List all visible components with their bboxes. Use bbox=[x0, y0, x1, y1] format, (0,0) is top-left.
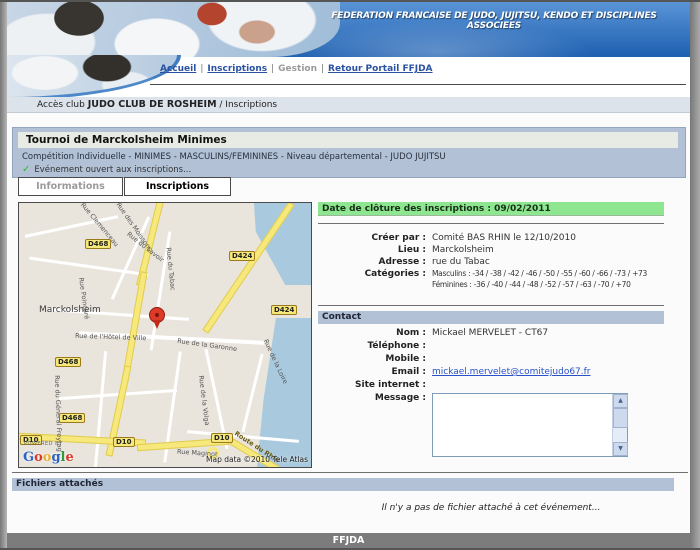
event-open-text: Evénement ouvert aux inscriptions... bbox=[34, 165, 191, 175]
street-label: Rue de la Volga bbox=[197, 375, 211, 426]
breadcrumb-club: JUDO CLUB DE ROSHEIM bbox=[88, 99, 217, 110]
scrollbar[interactable]: ▲ ▼ bbox=[612, 394, 627, 456]
contact-row: Message : ▲ ▼ bbox=[318, 393, 664, 457]
nav-separator: | bbox=[267, 64, 278, 74]
window-frame bbox=[690, 0, 700, 550]
event-title: Tournoi de Marckolsheim Minimes bbox=[26, 134, 227, 146]
contact-label: Message : bbox=[318, 393, 426, 457]
attachments-header: Fichiers attachés bbox=[12, 478, 674, 491]
detail-value: Comité BAS RHIN le 12/10/2010 bbox=[432, 233, 576, 243]
contact-label: Email : bbox=[318, 367, 426, 377]
detail-row: Lieu : Marckolsheim bbox=[318, 245, 664, 255]
google-letter: g bbox=[51, 450, 60, 465]
contact-label: Téléphone : bbox=[318, 341, 426, 351]
nav-underline bbox=[150, 84, 686, 85]
breadcrumb-prefix: Accès club bbox=[37, 100, 88, 110]
divider bbox=[12, 472, 688, 473]
contact-section: Nom : Mickael MERVELET - CT67 Téléphone :… bbox=[318, 328, 664, 460]
federation-title: FEDERATION FRANCAISE DE JUDO, JUJITSU, K… bbox=[308, 11, 680, 31]
contact-label: Nom : bbox=[318, 328, 426, 338]
window-frame bbox=[0, 0, 700, 2]
footer-bar: FFJDA bbox=[7, 533, 690, 548]
scrollbar-thumb[interactable] bbox=[613, 408, 628, 428]
road-badge: D424 bbox=[271, 305, 297, 315]
town-label: Marckolsheim bbox=[39, 305, 101, 315]
google-logo[interactable]: Google bbox=[23, 450, 74, 465]
judo-photo bbox=[7, 2, 340, 57]
detail-label: Lieu : bbox=[318, 245, 426, 255]
powered-by-label: POWERED BY bbox=[24, 441, 62, 447]
google-letter: e bbox=[66, 450, 74, 465]
breadcrumb-section: / Inscriptions bbox=[217, 100, 278, 110]
street-label: Rue du Tabac bbox=[164, 247, 176, 291]
attachments-empty-message: Il n'y a pas de fichier attaché à cet év… bbox=[318, 503, 664, 513]
message-textarea[interactable]: ▲ ▼ bbox=[432, 393, 628, 457]
contact-header: Contact bbox=[318, 311, 664, 324]
window-frame bbox=[0, 0, 7, 550]
categories-masculins: Masculins : -34 / -38 / -42 / -46 / -50 … bbox=[432, 269, 647, 280]
closing-date-bar: Date de clôture des inscriptions : 09/02… bbox=[318, 202, 664, 216]
event-panel: Tournoi de Marckolsheim Minimes Compétit… bbox=[12, 127, 686, 178]
event-details: Créer par : Comité BAS RHIN le 12/10/2010… bbox=[318, 233, 664, 293]
tab-informations[interactable]: Informations bbox=[18, 177, 123, 196]
detail-row: Créer par : Comité BAS RHIN le 12/10/2010 bbox=[318, 233, 664, 243]
street-label: Rue de l'Hôtel de Ville bbox=[75, 332, 147, 342]
road-badge: D10 bbox=[113, 437, 135, 447]
event-open-notice: ✓ Evénement ouvert aux inscriptions... bbox=[22, 164, 191, 175]
road-line bbox=[241, 354, 263, 432]
categories-feminines: Féminines : -36 / -40 / -44 / -48 / -52 … bbox=[432, 280, 647, 291]
nav-separator: | bbox=[196, 64, 207, 74]
nav-link-inscriptions[interactable]: Inscriptions bbox=[207, 64, 267, 74]
google-letter: o bbox=[34, 450, 43, 465]
main-nav: Accueil|Inscriptions|Gestion|Retour Port… bbox=[160, 64, 433, 74]
contact-row: Site internet : bbox=[318, 380, 664, 390]
tab-inscriptions[interactable]: Inscriptions bbox=[124, 177, 231, 196]
road-badge: D468 bbox=[59, 413, 85, 423]
nav-link-accueil[interactable]: Accueil bbox=[160, 64, 196, 74]
contact-row: Mobile : bbox=[318, 354, 664, 364]
contact-row: Email : mickael.mervelet@comitejudo67.fr bbox=[318, 367, 664, 377]
detail-label: Créer par : bbox=[318, 233, 426, 243]
divider bbox=[318, 223, 664, 224]
detail-value: Masculins : -34 / -38 / -42 / -46 / -50 … bbox=[432, 269, 647, 291]
contact-row: Téléphone : bbox=[318, 341, 664, 351]
road-badge: D424 bbox=[229, 251, 255, 261]
contact-label: Site internet : bbox=[318, 380, 426, 390]
contact-name: Mickael MERVELET - CT67 bbox=[432, 328, 548, 338]
detail-value: rue du Tabac bbox=[432, 257, 490, 267]
detail-label: Adresse : bbox=[318, 257, 426, 267]
scroll-down-icon[interactable]: ▼ bbox=[613, 442, 628, 456]
detail-label: Catégories : bbox=[318, 269, 426, 291]
nav-link-retour-portail[interactable]: Retour Portail FFJDA bbox=[328, 64, 432, 74]
map-pin-icon[interactable] bbox=[149, 307, 165, 323]
breadcrumb: Accès club JUDO CLUB DE ROSHEIM / Inscri… bbox=[7, 97, 690, 113]
scroll-up-icon[interactable]: ▲ bbox=[613, 394, 628, 408]
contact-row: Nom : Mickael MERVELET - CT67 bbox=[318, 328, 664, 338]
google-letter: G bbox=[23, 450, 34, 465]
detail-row: Catégories : Masculins : -34 / -38 / -42 … bbox=[318, 269, 664, 291]
event-subtitle: Compétition Individuelle - MINIMES - MAS… bbox=[22, 152, 446, 162]
google-map[interactable]: Rue du Lavoir Rue du Tabac Rue de l'Hôte… bbox=[18, 202, 312, 468]
road-badge: D468 bbox=[85, 239, 111, 249]
check-icon: ✓ bbox=[22, 164, 30, 175]
divider bbox=[318, 305, 664, 306]
contact-label: Mobile : bbox=[318, 354, 426, 364]
map-copyright: Map data ©2010 Tele Atlas bbox=[206, 455, 308, 464]
nav-separator: | bbox=[317, 64, 328, 74]
road-badge: D10 bbox=[211, 433, 233, 443]
detail-value: Marckolsheim bbox=[432, 245, 494, 255]
road-line bbox=[94, 351, 107, 468]
road-badge: D468 bbox=[55, 357, 81, 367]
contact-email-link[interactable]: mickael.mervelet@comitejudo67.fr bbox=[432, 367, 591, 377]
detail-row: Adresse : rue du Tabac bbox=[318, 257, 664, 267]
page: FEDERATION FRANCAISE DE JUDO, JUJITSU, K… bbox=[0, 0, 700, 550]
nav-link-gestion-disabled: Gestion bbox=[278, 64, 317, 74]
